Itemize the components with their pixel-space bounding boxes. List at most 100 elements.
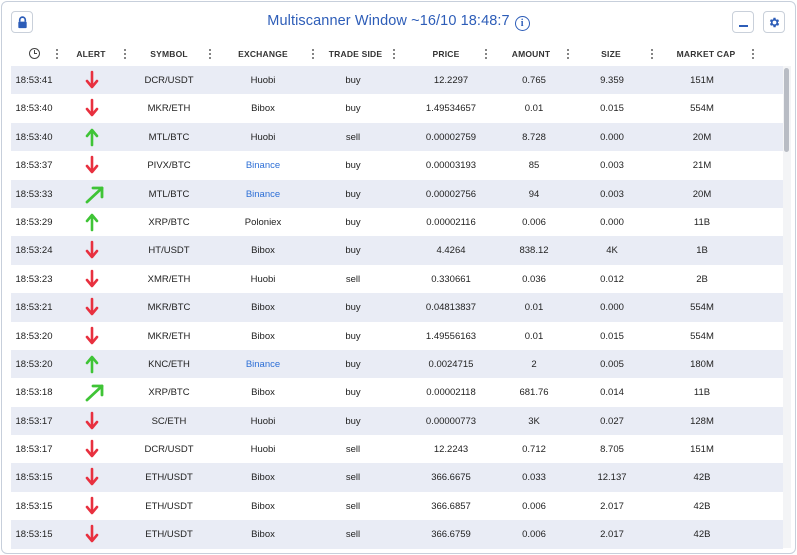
- market-cap-cell: 151M: [690, 444, 714, 456]
- table-row[interactable]: 18:53:15 ETH/USDT Bibox sell 366.6857 0.006 2.…: [11, 491, 783, 521]
- time-cell: 18:53:15: [15, 500, 53, 512]
- table-row[interactable]: 18:53:21 MKR/BTC Bibox buy 0.04813837 0.01 0.0…: [11, 293, 783, 322]
- time-cell: 18:53:40: [15, 103, 53, 115]
- column-menu-icon[interactable]: [651, 48, 653, 59]
- size-cell: 0.015: [600, 330, 624, 342]
- table-row[interactable]: 18:53:20 KNC/ETH Binance buy 0.0024715 2 0.005…: [11, 349, 783, 379]
- size-cell: 0.014: [600, 387, 624, 399]
- arrow-down-icon: [80, 411, 104, 431]
- exchange-cell: Bibox: [251, 245, 275, 257]
- size-cell: 0.027: [600, 415, 624, 427]
- table-row[interactable]: 18:53:40 MTL/BTC Huobi sell 0.00002759 8.728 0…: [11, 122, 783, 152]
- info-icon[interactable]: i: [514, 16, 530, 31]
- minimize-button[interactable]: [732, 11, 754, 33]
- column-menu-icon[interactable]: [124, 48, 126, 59]
- size-cell: 9.359: [600, 75, 624, 86]
- clock-icon[interactable]: [29, 48, 40, 59]
- table-row[interactable]: 18:53:15 ETH/USDT Bibox sell 366.6675 0.033 12…: [11, 463, 783, 492]
- column-menu-icon[interactable]: [56, 48, 58, 59]
- amount-cell: 0.01: [524, 330, 544, 342]
- symbol-cell: DCR/USDT: [144, 75, 194, 86]
- arrow-up-right-icon: [83, 184, 107, 204]
- table-row[interactable]: 18:53:24 HT/USDT Bibox buy 4.4264 838.12 4K 1B: [11, 236, 783, 265]
- price-cell: 366.6759: [431, 529, 471, 541]
- symbol-cell: PIVX/BTC: [147, 160, 191, 172]
- column-header-market-cap[interactable]: MARKET CAP: [671, 49, 741, 59]
- column-header-exchange[interactable]: EXCHANGE: [228, 49, 298, 59]
- amount-cell: 3K: [528, 415, 540, 427]
- size-cell: 2.017: [600, 500, 624, 512]
- amount-cell: 0.036: [522, 273, 546, 285]
- price-cell: 0.00002756: [425, 188, 477, 200]
- price-cell: 366.6857: [431, 500, 471, 512]
- table-row[interactable]: 18:53:23 XMR/ETH Huobi sell 0.330661 0.036 0.0…: [11, 264, 783, 294]
- exchange-cell[interactable]: Binance: [218, 359, 308, 370]
- arrow-down-icon: [80, 269, 104, 289]
- size-cell: 12.137: [597, 472, 627, 484]
- trade-side-cell: sell: [345, 529, 361, 541]
- exchange-cell: Huobi: [250, 415, 276, 427]
- exchange-cell[interactable]: Binance: [218, 160, 308, 171]
- price-cell: 0.00002118: [426, 387, 476, 399]
- size-cell: 0.003: [600, 160, 624, 172]
- column-header-symbol[interactable]: SYMBOL: [139, 49, 199, 59]
- table-row[interactable]: 18:53:40 MKR/ETH Bibox buy 1.49534657 0.01 0.0…: [11, 94, 783, 123]
- table-row[interactable]: 18:53:29 XRP/BTC Poloniex buy 0.00002116 0.00…: [11, 207, 783, 237]
- column-menu-icon[interactable]: [752, 48, 754, 59]
- trade-side-cell: buy: [345, 216, 361, 228]
- market-cap-cell: 21M: [692, 160, 712, 172]
- column-header-alert[interactable]: ALERT: [76, 49, 106, 59]
- time-cell: 18:53:15: [15, 529, 53, 541]
- arrow-down-icon: [80, 524, 104, 544]
- column-menu-icon[interactable]: [312, 48, 314, 59]
- column-menu-icon[interactable]: [209, 48, 211, 59]
- time-cell: 18:53:33: [15, 188, 53, 200]
- gear-icon: [769, 17, 780, 28]
- column-header-amount[interactable]: AMOUNT: [505, 49, 557, 59]
- amount-cell: 0.01: [524, 103, 544, 115]
- table-row[interactable]: 18:53:18 XRP/BTC Bibox buy 0.00002118 681.76 0…: [11, 378, 783, 407]
- price-cell: 0.0024715: [428, 358, 474, 370]
- market-cap-cell: 554M: [690, 302, 714, 314]
- time-cell: 18:53:37: [15, 160, 53, 172]
- time-cell: 18:53:40: [15, 131, 53, 143]
- trade-side-cell: buy: [345, 245, 361, 257]
- exchange-cell: Bibox: [251, 387, 275, 399]
- exchange-cell[interactable]: Binance: [218, 189, 308, 200]
- column-header-price[interactable]: PRICE: [416, 49, 476, 59]
- amount-cell: 838.12: [519, 245, 549, 257]
- time-cell: 18:53:18: [15, 387, 53, 399]
- table-row[interactable]: 18:53:15 ETH/USDT Bibox sell 366.6759 0.006 2.…: [11, 520, 783, 549]
- price-cell: 0.00002116: [426, 216, 476, 228]
- vertical-scrollbar[interactable]: [783, 66, 791, 548]
- price-cell: 0.00000773: [425, 415, 477, 427]
- column-menu-icon[interactable]: [485, 48, 487, 59]
- arrow-down-icon: [80, 240, 104, 260]
- arrow-up-icon: [80, 212, 104, 232]
- symbol-cell: MTL/BTC: [148, 188, 190, 200]
- size-cell: 0.015: [600, 103, 624, 115]
- column-menu-icon[interactable]: [567, 48, 569, 59]
- table-row[interactable]: 18:53:17 SC/ETH Huobi buy 0.00000773 3K 0.027 1…: [11, 406, 783, 436]
- price-cell: 0.00002759: [425, 131, 477, 143]
- market-cap-cell: 180M: [690, 358, 714, 370]
- column-header-trade-side[interactable]: TRADE SIDE: [323, 49, 388, 59]
- arrow-down-icon: [80, 496, 104, 516]
- amount-cell: 2: [531, 358, 537, 370]
- settings-button[interactable]: [763, 11, 785, 33]
- table-header: ALERT SYMBOL EXCHANGE TRADE SIDE PRICE A…: [11, 42, 783, 66]
- table-row[interactable]: 18:53:33 MTL/BTC Binance buy 0.00002756 94 0.0…: [11, 179, 783, 208]
- trade-side-cell: sell: [345, 472, 361, 484]
- time-cell: 18:53:15: [15, 472, 53, 484]
- price-cell: 1.49534657: [425, 103, 477, 115]
- symbol-cell: ETH/USDT: [145, 500, 193, 512]
- symbol-cell: HT/USDT: [148, 245, 190, 257]
- amount-cell: 8.728: [522, 131, 546, 143]
- column-menu-icon[interactable]: [393, 48, 395, 59]
- table-row[interactable]: 18:53:20 MKR/ETH Bibox buy 1.49556163 0.01 0.0…: [11, 321, 783, 350]
- table-row[interactable]: 18:53:37 PIVX/BTC Binance buy 0.00003193 85 0.…: [11, 151, 783, 180]
- column-header-size[interactable]: SIZE: [591, 49, 631, 59]
- scrollbar-thumb[interactable]: [784, 68, 789, 152]
- table-row[interactable]: 18:53:41 DCR/USDT Huobi buy 12.2297 0.765 9.35…: [11, 66, 783, 95]
- table-row[interactable]: 18:53:17 DCR/USDT Huobi sell 12.2243 0.712 8.7…: [11, 435, 783, 464]
